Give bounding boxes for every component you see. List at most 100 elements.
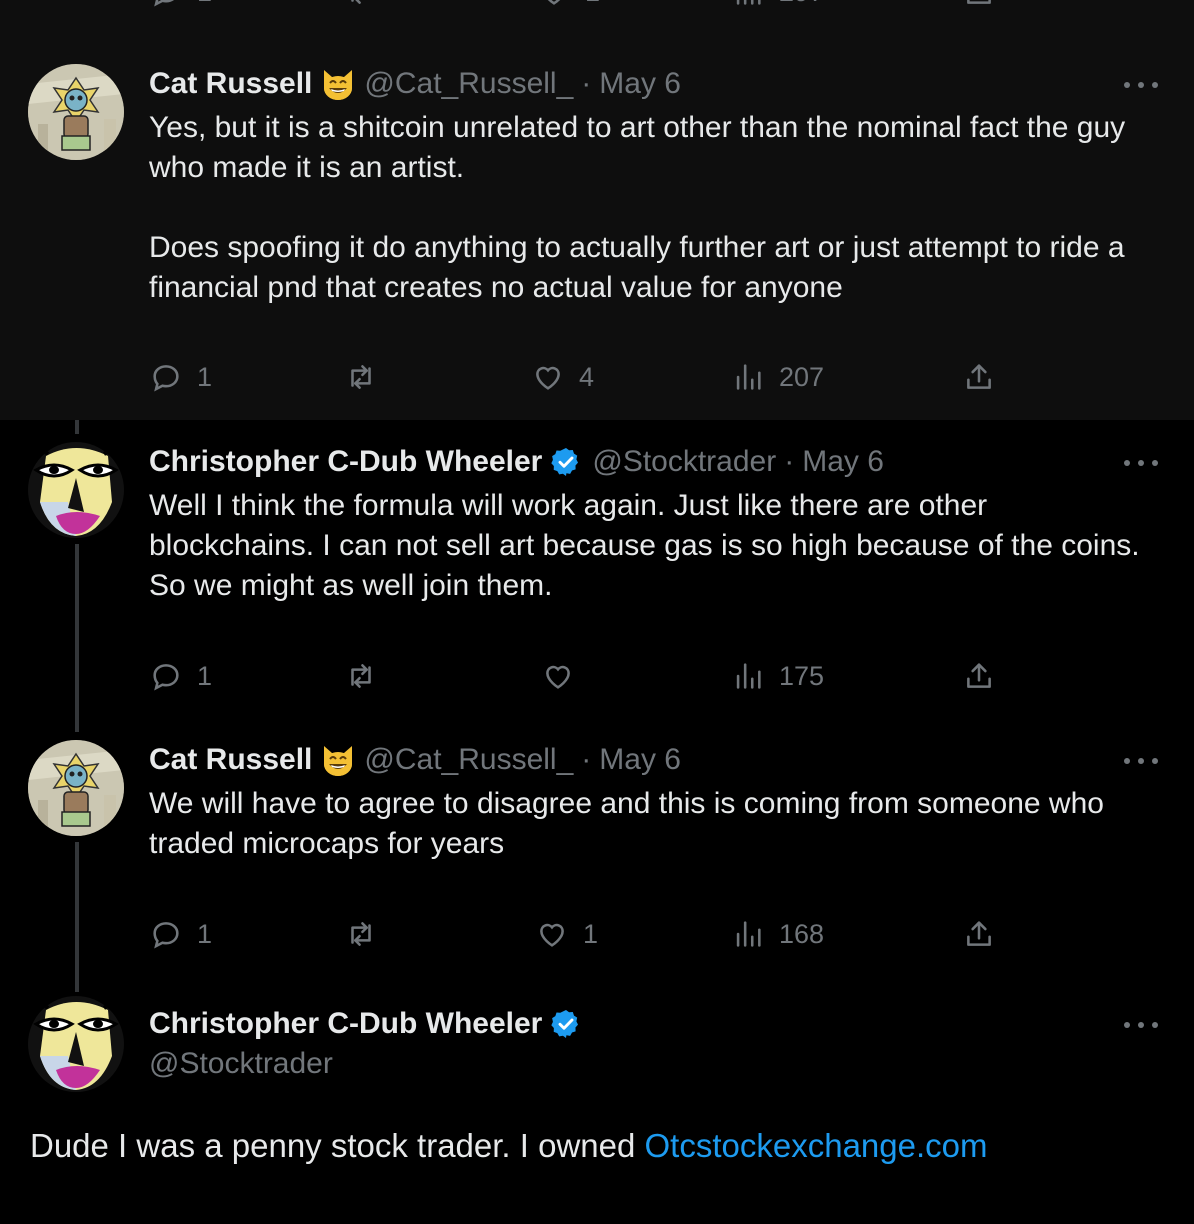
avatar[interactable] <box>28 442 124 538</box>
heart-icon <box>540 923 564 947</box>
bar-chart-icon <box>736 921 761 947</box>
reply-button[interactable]: 1 <box>149 914 212 954</box>
share-button[interactable] <box>962 0 996 12</box>
main-tweet-text: Dude I was a penny stock trader. I owned… <box>30 1124 1160 1168</box>
reply-icon <box>153 664 179 691</box>
views-button[interactable]: 297 <box>731 0 824 12</box>
more-options-icon[interactable] <box>1124 1020 1158 1030</box>
author-handle[interactable]: @Cat_Russell_ <box>364 66 573 102</box>
retweet-button[interactable] <box>344 0 378 12</box>
reply-button[interactable]: 1 <box>149 357 212 397</box>
retweet-icon <box>351 664 371 688</box>
christopher-wheeler-avatar-image <box>28 442 124 538</box>
share-icon <box>967 0 991 4</box>
reply-button[interactable]: 1 <box>149 0 212 12</box>
tweet-header: Christopher C-Dub Wheeler @Stocktrader ·… <box>149 444 884 480</box>
share-icon <box>967 921 991 946</box>
like-button[interactable]: 1 <box>537 0 600 12</box>
tweet[interactable]: Cat Russell @Cat_Russell_ · May 6 We wil… <box>0 720 1194 990</box>
tweet-header: Cat Russell @Cat_Russell_ · May 6 <box>149 742 681 778</box>
retweet-button[interactable] <box>344 914 378 954</box>
cat-russell-avatar-image <box>28 740 124 836</box>
reply-button[interactable]: 1 <box>149 656 212 696</box>
views-button[interactable]: 168 <box>731 914 824 954</box>
tweet-text: Yes, but it is a shitcoin unrelated to a… <box>149 111 1126 304</box>
author-handle[interactable]: @Cat_Russell_ <box>364 742 573 778</box>
separator-dot: · <box>581 743 592 776</box>
share-button[interactable] <box>962 914 996 954</box>
website-link[interactable]: Otcstockexchange.com <box>645 1127 988 1164</box>
like-button[interactable]: 1 <box>535 914 598 954</box>
tweet-header: Christopher C-Dub Wheeler <box>149 1006 592 1042</box>
views-button[interactable]: 207 <box>731 357 824 397</box>
like-count: 1 <box>583 918 599 949</box>
reply-count: 1 <box>197 660 213 691</box>
cat-russell-avatar-image <box>28 64 124 160</box>
more-options-icon[interactable] <box>1124 80 1158 90</box>
more-options-icon[interactable] <box>1124 756 1158 766</box>
views-count: 207 <box>779 361 825 392</box>
more-options-icon[interactable] <box>1124 458 1158 468</box>
christopher-wheeler-avatar-image <box>28 996 124 1092</box>
reply-count: 1 <box>197 0 212 8</box>
bar-chart-icon <box>736 364 761 390</box>
retweet-icon <box>351 922 371 946</box>
tweet-date[interactable]: May 6 <box>599 66 681 102</box>
like-button[interactable]: 4 <box>531 357 594 397</box>
reply-icon <box>153 365 179 392</box>
main-tweet-text-body: Dude I was a penny stock trader. I owned <box>30 1127 645 1164</box>
retweet-button[interactable] <box>344 656 378 696</box>
heart-icon <box>546 665 570 689</box>
reply-count: 1 <box>197 918 213 949</box>
views-count: 297 <box>779 0 824 8</box>
retweet-icon <box>351 365 371 389</box>
views-button[interactable]: 175 <box>731 656 824 696</box>
avatar[interactable] <box>28 996 124 1092</box>
share-button[interactable] <box>962 357 996 397</box>
reply-icon <box>153 922 179 949</box>
share-icon <box>967 364 991 389</box>
heart-icon <box>536 366 560 390</box>
grinning-cat-emoji-icon <box>320 742 356 778</box>
like-count: 4 <box>579 361 595 392</box>
author-handle[interactable]: @Stocktrader <box>149 1046 333 1082</box>
tweet-date[interactable]: May 6 <box>599 742 681 778</box>
author-name[interactable]: Christopher C-Dub Wheeler <box>149 1006 542 1042</box>
heart-icon <box>547 0 561 5</box>
tweet-text: We will have to agree to disagree and th… <box>149 787 1113 860</box>
main-tweet[interactable]: Christopher C-Dub Wheeler @Stocktrader D… <box>0 990 1194 1224</box>
reply-icon <box>154 0 174 7</box>
bar-chart-icon <box>736 0 761 5</box>
tweet-actions: 1 175 <box>149 656 1009 696</box>
share-button[interactable] <box>962 656 996 696</box>
tweet-actions: 1 1 168 <box>149 914 1009 954</box>
author-name[interactable]: Christopher C-Dub Wheeler <box>149 444 542 480</box>
tweet-actions: 1 1 297 <box>149 0 1009 12</box>
separator-dot: · <box>581 67 592 100</box>
tweet-date[interactable]: May 6 <box>802 444 884 480</box>
tweet-text: Well I think the formula will work again… <box>149 489 1148 602</box>
tweet[interactable]: Cat Russell @Cat_Russell_ · May 6 Yes, b… <box>0 40 1194 420</box>
like-count: 1 <box>585 0 600 8</box>
like-button[interactable] <box>541 656 575 696</box>
verified-badge-icon <box>550 446 582 478</box>
bar-chart-icon <box>736 663 761 689</box>
views-count: 168 <box>779 918 825 949</box>
author-name[interactable]: Cat Russell <box>149 66 312 102</box>
tweet[interactable]: Christopher C-Dub Wheeler @Stocktrader ·… <box>0 420 1194 720</box>
reply-count: 1 <box>197 361 213 392</box>
grinning-cat-emoji-icon <box>320 66 356 102</box>
previous-tweet-partial: 1 1 297 <box>0 0 1194 40</box>
retweet-button[interactable] <box>344 357 378 397</box>
tweet-actions: 1 4 207 <box>149 357 1009 397</box>
avatar[interactable] <box>28 64 124 160</box>
author-handle[interactable]: @Stocktrader <box>592 444 776 480</box>
author-handle-row: @Stocktrader <box>149 1046 333 1082</box>
verified-badge-icon <box>550 1008 582 1040</box>
share-icon <box>967 663 991 688</box>
separator-dot: · <box>784 445 795 478</box>
avatar[interactable] <box>28 740 124 836</box>
views-count: 175 <box>779 660 825 691</box>
author-name[interactable]: Cat Russell <box>149 742 312 778</box>
tweet-header: Cat Russell @Cat_Russell_ · May 6 <box>149 66 681 102</box>
